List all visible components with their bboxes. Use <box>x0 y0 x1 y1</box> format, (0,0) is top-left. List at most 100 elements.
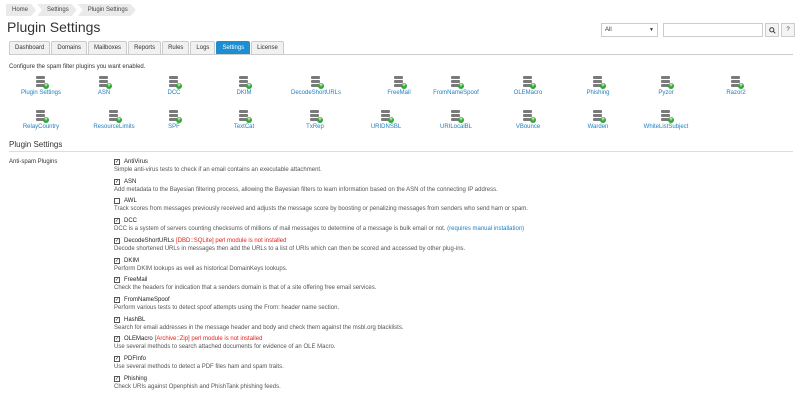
database-add-icon: + <box>592 76 606 89</box>
tab-dashboard[interactable]: Dashboard <box>9 41 51 54</box>
search-button[interactable] <box>765 23 779 37</box>
plugin-option-description: Use several methods to detect a PDF file… <box>114 364 284 370</box>
plugin-checkbox[interactable]: ✓ <box>114 237 120 244</box>
plugin-link-dcc[interactable]: + DCC <box>142 76 206 96</box>
plugin-link-plugin-settings[interactable]: + Plugin Settings <box>9 76 73 96</box>
plugin-checkbox[interactable]: ✓ <box>114 257 120 264</box>
plugin-label: TxRep <box>306 124 324 130</box>
plugin-label: VBounce <box>515 124 541 130</box>
plugin-option-pdfinfo: ✓ PDFInfo Use several methods to detect a … <box>114 355 284 370</box>
check-icon: ✓ <box>115 257 120 264</box>
plugin-link-urilocalbl[interactable]: + URILocalBL <box>424 110 488 130</box>
plugin-label: Pyzor <box>658 90 674 96</box>
plugin-link-whitelistsubject[interactable]: + WhiteListSubject <box>634 110 698 130</box>
plugin-link-pyzor[interactable]: + Pyzor <box>634 76 698 96</box>
breadcrumb-settings[interactable]: Settings <box>37 4 77 16</box>
plugin-link-dkim[interactable]: + DKIM <box>212 76 276 96</box>
anti-spam-label: Anti-spam Plugins <box>9 159 58 165</box>
plugin-link-phishing[interactable]: + Phishing <box>566 76 630 96</box>
plugin-checkbox[interactable]: ✓ <box>114 296 120 303</box>
plugin-checkbox[interactable]: ✓ <box>114 159 120 165</box>
plugin-link-freemail[interactable]: + FreeMail <box>367 76 431 96</box>
search-input[interactable] <box>663 23 763 37</box>
tab-reports[interactable]: Reports <box>128 41 162 54</box>
plugin-label: Phishing <box>586 90 610 96</box>
database-add-icon: + <box>660 110 674 123</box>
tab-mailboxes[interactable]: Mailboxes <box>88 41 128 54</box>
help-icon: ? <box>786 27 790 33</box>
plugin-checkbox[interactable]: ✓ <box>114 218 120 225</box>
plugin-option-name: DecodeShortURLs <box>124 237 175 244</box>
plugin-option-name: Phishing <box>124 375 148 382</box>
check-icon: ✓ <box>115 375 120 382</box>
check-icon: ✓ <box>115 356 120 362</box>
database-add-icon: + <box>35 110 49 123</box>
plugin-option-description: Track scores from messages previously re… <box>114 206 528 213</box>
plugin-link-uridnsbl[interactable]: + URIDNSBL <box>354 110 418 130</box>
plugin-link-spf[interactable]: + SPF <box>142 110 206 130</box>
plugin-label: DecodeShortURLs <box>290 90 342 96</box>
plugin-option-awl: AWL Track scores from messages previously… <box>114 197 528 212</box>
database-add-icon: + <box>168 76 182 89</box>
help-button[interactable]: ? <box>781 23 795 37</box>
chevron-down-icon: ▼ <box>649 27 654 33</box>
plugin-option-name: DCC <box>124 218 137 225</box>
plugin-link-vbounce[interactable]: + VBounce <box>496 110 560 130</box>
plugin-option-description: Check the headers for indication that a … <box>114 285 377 292</box>
manual-installation-link[interactable]: (requires manual installation) <box>447 226 524 232</box>
plugin-label: DCC <box>167 90 181 96</box>
plugin-option-dkim: ✓ DKIM Perform DKIM lookups as well as his… <box>114 257 287 272</box>
database-add-icon: + <box>393 76 407 89</box>
plugin-link-decodeshorturls[interactable]: + DecodeShortURLs <box>284 76 348 96</box>
plugin-link-relaycountry[interactable]: + RelayCountry <box>9 110 73 130</box>
tab-license[interactable]: License <box>251 41 284 54</box>
database-add-icon: + <box>522 110 536 123</box>
plugin-link-fromnamespoof[interactable]: + FromNameSpoof <box>424 76 488 96</box>
plugin-link-razor2[interactable]: + Razor2 <box>704 76 768 96</box>
search-area: All ▼ ? <box>601 23 795 37</box>
plugin-link-textcat[interactable]: + TextCat <box>212 110 276 130</box>
tab-settings[interactable]: Settings <box>216 41 251 54</box>
plugin-option-description: Decode shortened URLs in messages then a… <box>114 245 466 252</box>
tab-domains[interactable]: Domains <box>51 41 88 54</box>
plugin-label: RelayCountry <box>22 124 60 130</box>
plugin-checkbox[interactable]: ✓ <box>114 375 120 382</box>
plugin-checkbox[interactable]: ✓ <box>114 316 120 323</box>
plugin-checkbox[interactable]: ✓ <box>114 336 120 343</box>
section-title: Plugin Settings <box>9 140 63 149</box>
plugin-checkbox[interactable]: ✓ <box>114 178 120 185</box>
plugin-label: URIDNSBL <box>370 124 402 130</box>
check-icon: ✓ <box>115 218 120 225</box>
database-add-icon: + <box>380 110 394 123</box>
plugin-link-warden[interactable]: + Warden <box>566 110 630 130</box>
plugin-label: ASN <box>97 90 111 96</box>
plugin-option-description: Use several methods to search attached d… <box>114 344 336 351</box>
breadcrumb-home[interactable]: Home <box>6 4 36 16</box>
plugin-checkbox[interactable]: ✓ <box>114 277 120 284</box>
plugin-option-name: HashBL <box>124 316 146 323</box>
plugin-checkbox[interactable]: ✓ <box>114 356 120 362</box>
plugin-option-description: Search for email addresses in the messag… <box>114 324 404 331</box>
search-scope-select[interactable]: All ▼ <box>601 23 658 37</box>
check-icon: ✓ <box>115 316 120 323</box>
database-add-icon: + <box>238 110 252 123</box>
plugin-warning: [DBD::SQLite] perl module is not install… <box>176 237 287 244</box>
plugin-option-dcc: ✓ DCC DCC is a system of servers counting … <box>114 217 524 232</box>
tab-logs[interactable]: Logs <box>190 41 216 54</box>
plugin-option-fromnamespoof: ✓ FromNameSpoof Perform various tests to d… <box>114 296 339 311</box>
tab-rules[interactable]: Rules <box>162 41 190 54</box>
plugin-checkbox[interactable] <box>114 198 120 205</box>
plugin-link-olemacro[interactable]: + OLEMacro <box>496 76 560 96</box>
database-add-icon: + <box>35 76 49 89</box>
search-scope-value: All <box>605 27 612 33</box>
plugin-label: OLEMacro <box>513 90 543 96</box>
search-icon <box>768 26 776 34</box>
database-add-icon: + <box>450 110 464 123</box>
plugin-link-resourcelimits[interactable]: + ResourceLimits <box>82 110 146 130</box>
database-add-icon: + <box>168 110 182 123</box>
plugin-option-description: Add metadata to the Bayesian filtering p… <box>114 186 498 193</box>
plugin-link-asn[interactable]: + ASN <box>72 76 136 96</box>
plugin-label: Plugin Settings <box>20 90 62 96</box>
plugin-option-name: FromNameSpoof <box>124 296 170 303</box>
plugin-link-txrep[interactable]: + TxRep <box>283 110 347 130</box>
